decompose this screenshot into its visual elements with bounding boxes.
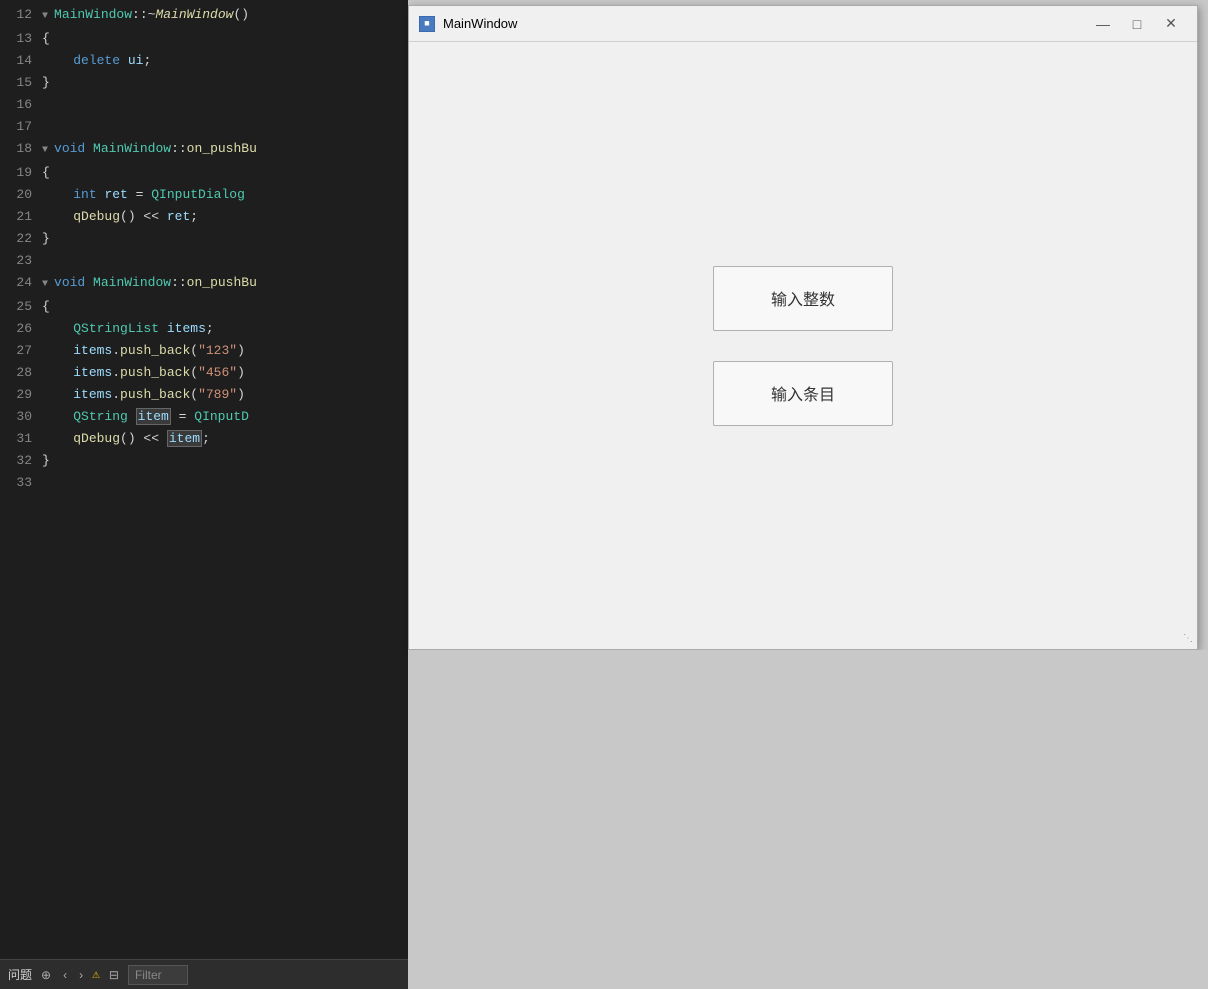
qt-maximize-btn[interactable]: □: [1121, 12, 1153, 36]
filter-icon-btn[interactable]: ⊟: [106, 967, 122, 983]
line-number: 19: [0, 162, 42, 184]
status-bar: 问题 ⊕ ‹ › ⚠ ⊟: [0, 959, 408, 989]
line-content: qDebug() << item;: [42, 428, 408, 450]
code-line: 19{: [0, 162, 408, 184]
line-content: {: [42, 296, 408, 318]
code-line: 23: [0, 250, 408, 272]
line-number: 29: [0, 384, 42, 406]
code-line: 29 items.push_back("789"): [0, 384, 408, 406]
line-number: 24: [0, 272, 42, 294]
line-content: }: [42, 450, 408, 472]
problems-label: 问题: [8, 966, 32, 983]
qt-content: 输入整数 输入条目: [409, 42, 1197, 649]
line-number: 26: [0, 318, 42, 340]
line-number: 18: [0, 138, 42, 160]
line-number: 32: [0, 450, 42, 472]
code-line: 27 items.push_back("123"): [0, 340, 408, 362]
code-line: 25{: [0, 296, 408, 318]
code-line: 30 QString item = QInputD: [0, 406, 408, 428]
code-line: 13{: [0, 28, 408, 50]
line-content: items.push_back("456"): [42, 362, 408, 384]
line-number: 23: [0, 250, 42, 272]
code-line: 20 int ret = QInputDialog: [0, 184, 408, 206]
code-editor: 12▼ MainWindow::~MainWindow()13{14 delet…: [0, 0, 408, 989]
line-number: 17: [0, 116, 42, 138]
code-line: 18▼ void MainWindow::on_pushBu: [0, 138, 408, 162]
line-number: 21: [0, 206, 42, 228]
code-line: 31 qDebug() << item;: [0, 428, 408, 450]
nav-next-btn[interactable]: ›: [76, 967, 86, 983]
code-line: 12▼ MainWindow::~MainWindow(): [0, 4, 408, 28]
line-number: 13: [0, 28, 42, 50]
code-line: 33: [0, 472, 408, 494]
line-content: QStringList items;: [42, 318, 408, 340]
line-content: }: [42, 72, 408, 94]
line-number: 16: [0, 94, 42, 116]
line-content: {: [42, 162, 408, 184]
line-number: 20: [0, 184, 42, 206]
code-line: 16: [0, 94, 408, 116]
line-number: 12: [0, 4, 42, 26]
line-content: QString item = QInputD: [42, 406, 408, 428]
input-item-button[interactable]: 输入条目: [713, 361, 893, 426]
line-number: 28: [0, 362, 42, 384]
background-area: [408, 650, 1208, 989]
qt-titlebar: ■ MainWindow — □ ✕: [409, 6, 1197, 42]
code-line: 26 QStringList items;: [0, 318, 408, 340]
line-content: items.push_back("789"): [42, 384, 408, 406]
warning-icon: ⚠: [92, 967, 100, 982]
line-content: ▼ void MainWindow::on_pushBu: [42, 138, 408, 162]
code-lines: 12▼ MainWindow::~MainWindow()13{14 delet…: [0, 0, 408, 959]
line-number: 30: [0, 406, 42, 428]
qt-title-text: MainWindow: [443, 16, 1079, 31]
line-number: 22: [0, 228, 42, 250]
filter-input[interactable]: [128, 965, 188, 985]
code-line: 21 qDebug() << ret;: [0, 206, 408, 228]
line-number: 27: [0, 340, 42, 362]
qt-resize-grip[interactable]: ⋱: [1183, 635, 1195, 647]
code-line: 24▼ void MainWindow::on_pushBu: [0, 272, 408, 296]
line-content: ▼ void MainWindow::on_pushBu: [42, 272, 408, 296]
code-line: 22}: [0, 228, 408, 250]
input-integer-button[interactable]: 输入整数: [713, 266, 893, 331]
line-number: 14: [0, 50, 42, 72]
line-content: qDebug() << ret;: [42, 206, 408, 228]
line-number: 25: [0, 296, 42, 318]
line-content: int ret = QInputDialog: [42, 184, 408, 206]
nav-prev-btn[interactable]: ‹: [60, 967, 70, 983]
qt-app-icon: ■: [419, 16, 435, 32]
line-content: delete ui;: [42, 50, 408, 72]
code-line: 32}: [0, 450, 408, 472]
line-number: 15: [0, 72, 42, 94]
line-content: {: [42, 28, 408, 50]
qt-window-controls: — □ ✕: [1087, 12, 1187, 36]
line-content: ▼ MainWindow::~MainWindow(): [42, 4, 408, 28]
line-content: items.push_back("123"): [42, 340, 408, 362]
code-line: 14 delete ui;: [0, 50, 408, 72]
code-line: 15}: [0, 72, 408, 94]
code-line: 17: [0, 116, 408, 138]
line-number: 33: [0, 472, 42, 494]
code-line: 28 items.push_back("456"): [0, 362, 408, 384]
line-number: 31: [0, 428, 42, 450]
qt-close-btn[interactable]: ✕: [1155, 12, 1187, 36]
status-icon-btn[interactable]: ⊕: [38, 967, 54, 983]
qt-minimize-btn[interactable]: —: [1087, 12, 1119, 36]
line-content: }: [42, 228, 408, 250]
code-area: 12▼ MainWindow::~MainWindow()13{14 delet…: [0, 0, 408, 959]
qt-window: ■ MainWindow — □ ✕ 输入整数 输入条目 ⋱: [408, 5, 1198, 650]
